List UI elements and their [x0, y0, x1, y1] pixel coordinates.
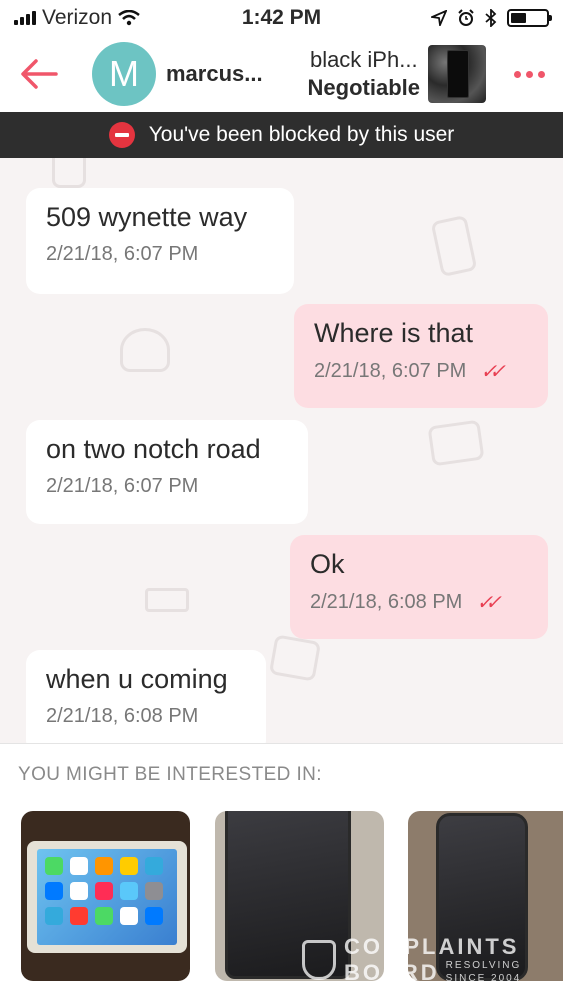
item-title: black iPh... — [309, 47, 418, 72]
message-text: on two notch road — [46, 434, 261, 464]
app-icons — [45, 857, 163, 925]
blocked-banner: You've been blocked by this user — [0, 112, 563, 158]
watermark-text: COMPLAINTS BOARD RESOLVING SINCE 2004 — [344, 934, 521, 985]
location-arrow-icon — [431, 10, 447, 26]
chat-header: M marcus... black iPh... Negotiable — [0, 36, 563, 112]
wifi-icon — [118, 10, 140, 26]
watermark-tagline: RESOLVING SINCE 2004 — [446, 958, 522, 984]
message-outgoing[interactable]: Where is that 2/21/18, 6:07 PM ✓✓ — [294, 304, 548, 408]
status-right — [431, 9, 552, 27]
helmet-doodle-icon — [120, 328, 170, 372]
username[interactable]: marcus... — [166, 61, 276, 87]
message-text: Where is that — [314, 318, 474, 348]
no-entry-icon — [108, 122, 135, 148]
message-list[interactable]: 509 wynette way 2/21/18, 6:07 PM Where i… — [0, 158, 563, 743]
avatar[interactable]: M — [92, 42, 156, 106]
alarm-icon — [458, 9, 474, 26]
message-incoming[interactable]: 509 wynette way 2/21/18, 6:07 PM — [26, 188, 294, 294]
phone-doodle-icon — [52, 158, 86, 188]
message-text: when u coming — [46, 664, 228, 694]
message-timestamp: 2/21/18, 6:07 PM — [46, 243, 199, 265]
message-text: 509 wynette way — [46, 202, 248, 232]
blocked-text: You've been blocked by this user — [148, 123, 455, 146]
bluetooth-icon — [485, 9, 497, 27]
item-info[interactable]: black iPh... Negotiable — [308, 46, 420, 102]
item-thumbnail[interactable] — [428, 45, 486, 103]
message-meta: 2/21/18, 6:07 PM ✓✓ — [314, 359, 528, 384]
back-button[interactable] — [20, 49, 72, 99]
more-dot-icon — [514, 70, 521, 78]
tv-doodle-icon — [268, 634, 322, 682]
watermark-tagline2: SINCE 2004 — [445, 973, 522, 984]
status-left: Verizon — [14, 6, 214, 30]
message-incoming[interactable]: when u coming 2/21/18, 6:08 PM — [26, 650, 266, 743]
message-meta: 2/21/18, 6:07 PM — [46, 243, 274, 266]
listing-photo — [27, 841, 187, 953]
message-timestamp: 2/21/18, 6:07 PM — [46, 475, 199, 497]
carrier-label: Verizon — [42, 6, 113, 29]
battery-level-fill — [511, 13, 527, 23]
suggestion-card[interactable] — [21, 811, 190, 981]
watermark-tagline1: RESOLVING — [445, 960, 522, 971]
avatar-letter: M — [109, 53, 139, 94]
message-timestamp: 2/21/18, 6:08 PM — [46, 705, 199, 727]
more-dot-icon — [526, 70, 533, 78]
watermark-line2: BOARD — [344, 960, 440, 985]
item-price: Negotiable — [307, 75, 420, 100]
double-check-icon: ✓✓ — [476, 592, 501, 614]
message-text: Ok — [310, 549, 345, 579]
shield-icon — [302, 940, 336, 980]
message-meta: 2/21/18, 6:08 PM — [46, 705, 246, 728]
status-bar: Verizon 1:42 PM — [0, 0, 563, 36]
more-dot-icon — [538, 70, 545, 78]
watermark-row: BOARD RESOLVING SINCE 2004 — [344, 958, 521, 984]
bowtie-doodle-icon — [145, 588, 189, 612]
arrow-left-icon — [21, 59, 58, 89]
phone-display — [37, 849, 177, 945]
message-meta: 2/21/18, 6:07 PM — [46, 475, 288, 498]
suggestions-panel: YOU MIGHT BE INTERESTED IN: COMPLAINTS B… — [0, 743, 563, 1000]
watermark-logo: COMPLAINTS BOARD RESOLVING SINCE 2004 — [302, 936, 521, 984]
double-check-icon: ✓✓ — [480, 361, 505, 383]
suggestions-title: YOU MIGHT BE INTERESTED IN: — [18, 764, 322, 785]
signal-icon — [14, 11, 36, 25]
message-timestamp: 2/21/18, 6:08 PM — [310, 591, 463, 613]
battery-icon — [507, 9, 552, 27]
message-timestamp: 2/21/18, 6:07 PM — [314, 360, 467, 382]
message-meta: 2/21/18, 6:08 PM ✓✓ — [310, 590, 528, 615]
more-options-button[interactable] — [514, 70, 545, 78]
message-incoming[interactable]: on two notch road 2/21/18, 6:07 PM — [26, 420, 308, 524]
phone-doodle-icon — [430, 214, 478, 278]
message-outgoing[interactable]: Ok 2/21/18, 6:08 PM ✓✓ — [290, 535, 548, 639]
watermark-line1: COMPLAINTS — [344, 934, 520, 959]
camera-doodle-icon — [427, 419, 485, 467]
